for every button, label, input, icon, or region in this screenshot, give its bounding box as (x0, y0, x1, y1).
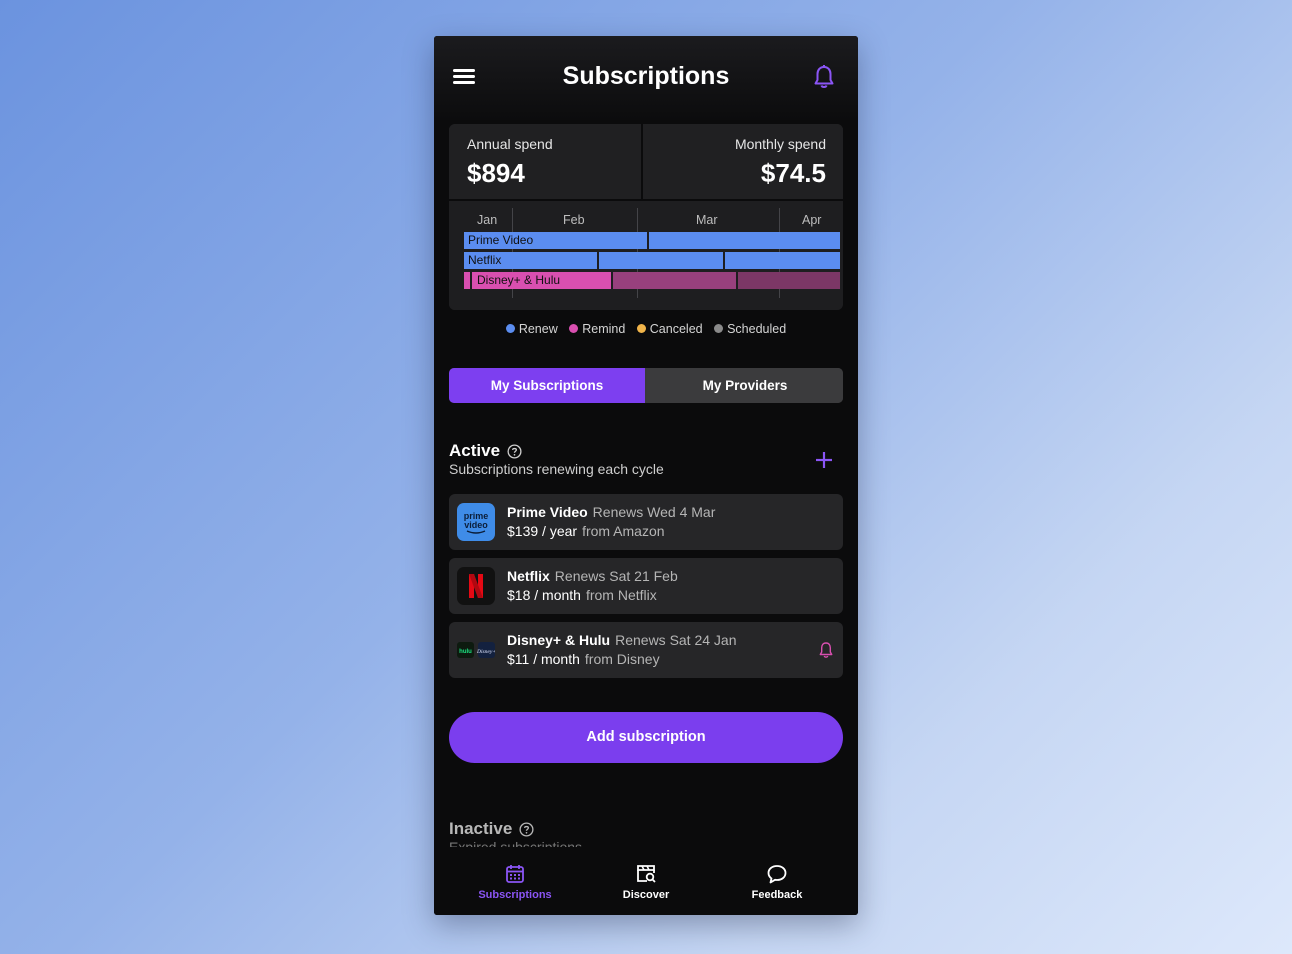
monthly-spend-value: $74.5 (760, 158, 826, 188)
chat-bubble-icon (767, 865, 787, 884)
month-label-mar: Mar (696, 213, 718, 227)
subscription-provider: from Amazon (582, 523, 665, 539)
bottom-tab-bar: Subscriptions Discover Feedback (434, 847, 858, 915)
legend-scheduled: Scheduled (714, 322, 786, 336)
prime-video-logo: prime video (457, 503, 495, 541)
calendar-icon (506, 865, 524, 883)
subscription-renew-date: Renews Sat 24 Jan (615, 632, 737, 648)
active-section-title: Active (449, 441, 501, 460)
page-title: Subscriptions (562, 62, 730, 90)
timeline-bar-disney-hulu (613, 272, 736, 289)
active-section-subtitle: Subscriptions renewing each cycle (449, 461, 664, 477)
timeline-bar-netflix (725, 252, 840, 269)
view-segmented-control: My Subscriptions My Providers (449, 368, 843, 403)
legend-canceled: Canceled (636, 322, 703, 336)
svg-text:hulu: hulu (459, 649, 472, 655)
tab-feedback[interactable]: Feedback (717, 847, 837, 915)
tab-my-providers[interactable]: My Providers (647, 368, 843, 403)
timeline-legend: Renew Remind Canceled Scheduled (434, 322, 858, 336)
subscription-price: $18 / month (507, 587, 581, 603)
svg-text:video: video (464, 520, 488, 530)
app-screen: Subscriptions Annual spend $894 Monthly … (434, 36, 858, 915)
subscription-card-prime-video[interactable]: prime video Prime Video Renews Wed 4 Mar … (449, 494, 843, 550)
subscription-renew-date: Renews Wed 4 Mar (592, 504, 716, 520)
month-label-feb: Feb (563, 213, 585, 227)
timeline-row-label: Prime Video (468, 233, 534, 247)
tab-subscriptions[interactable]: Subscriptions (455, 847, 575, 915)
app-header: Subscriptions (434, 36, 858, 120)
spend-summary-card: Annual spend $894 Monthly spend $74.5 Ja… (449, 124, 843, 310)
subscription-name: Disney+ & Hulu (507, 632, 611, 648)
annual-spend-label: Annual spend (467, 136, 553, 152)
subscription-price: $139 / year (507, 523, 578, 539)
subscription-card-disney-hulu[interactable]: hulu Disney+ Disney+ & Hulu Renews Sat 24… (449, 622, 843, 678)
netflix-logo (457, 567, 495, 605)
tab-discover[interactable]: Discover (586, 847, 706, 915)
annual-spend-value: $894 (467, 158, 525, 188)
add-icon[interactable] (814, 450, 834, 470)
svg-text:Disney+: Disney+ (476, 649, 495, 655)
subscription-renew-date: Renews Sat 21 Feb (554, 568, 678, 584)
month-label-jan: Jan (477, 213, 498, 227)
annual-spend-panel: Annual spend $894 (449, 124, 641, 199)
renewal-timeline: Jan Feb Mar Apr Prime Video Netflix Disn… (449, 201, 843, 310)
subscription-price: $11 / month (507, 651, 580, 667)
inactive-section-title: Inactive (449, 819, 513, 838)
subscription-name: Netflix (507, 568, 550, 584)
tab-label: Feedback (751, 889, 803, 901)
reminder-bell-icon[interactable] (818, 641, 834, 659)
timeline-bar-netflix (599, 252, 723, 269)
subscription-name: Prime Video (507, 504, 588, 520)
help-icon[interactable] (507, 444, 522, 459)
monthly-spend-panel: Monthly spend $74.5 (643, 124, 843, 199)
subscription-card-netflix[interactable]: Netflix Renews Sat 21 Feb $18 / month from… (449, 558, 843, 614)
tab-label: Discover (622, 889, 670, 901)
month-label-apr: Apr (802, 213, 822, 227)
timeline-bar-disney-hulu (464, 272, 470, 289)
add-subscription-button[interactable]: Add subscription (449, 712, 843, 763)
tab-label: Subscriptions (478, 889, 552, 901)
subscription-provider: from Disney (584, 651, 660, 667)
notifications-bell-icon[interactable] (812, 64, 836, 90)
timeline-row-label: Netflix (468, 253, 502, 267)
timeline-bar-disney-hulu (738, 272, 840, 289)
disney-hulu-logo: hulu Disney+ (457, 631, 495, 669)
legend-remind: Remind (569, 322, 625, 336)
tab-my-subscriptions[interactable]: My Subscriptions (449, 368, 645, 403)
subscription-provider: from Netflix (585, 587, 657, 603)
help-icon[interactable] (519, 822, 534, 837)
monthly-spend-label: Monthly spend (734, 136, 826, 152)
timeline-bar-prime-video (649, 232, 840, 249)
legend-renew: Renew (505, 322, 558, 336)
timeline-row-label: Disney+ & Hulu (477, 273, 561, 287)
clapperboard-search-icon (637, 865, 656, 883)
